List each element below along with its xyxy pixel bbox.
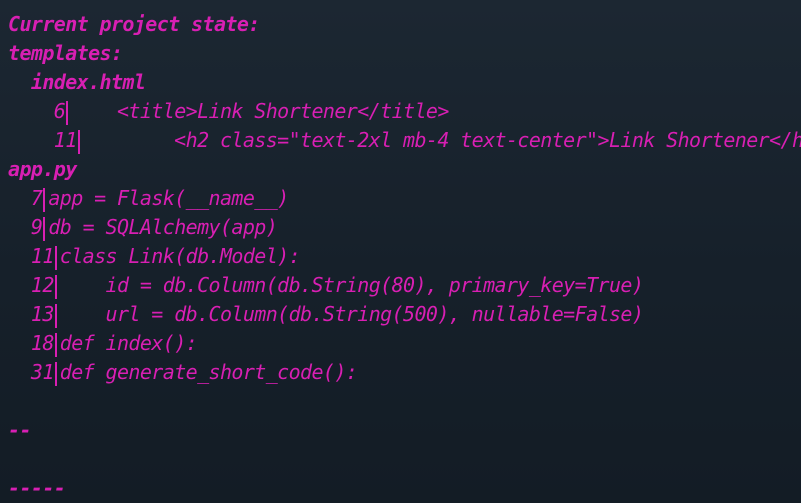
line-separator	[54, 303, 57, 328]
line-separator	[54, 245, 57, 270]
line-separator	[54, 274, 57, 299]
line-number: 13	[30, 302, 54, 326]
code-line: 18 def index():	[8, 329, 801, 358]
long-separator: -----	[8, 476, 66, 500]
line-number: 11	[30, 244, 54, 268]
terminal-output: Current project state: templates: index.…	[0, 0, 801, 503]
line-number: 18	[30, 331, 54, 355]
line-separator	[66, 100, 69, 125]
line-number: 31	[30, 360, 54, 384]
code-text: <title>Link Shortener</title>	[71, 99, 449, 123]
line-separator	[54, 332, 57, 357]
short-separator: --	[8, 418, 31, 442]
line-number: 11	[53, 128, 77, 152]
line-number: 12	[30, 273, 54, 297]
code-text: app = Flask(__name__)	[48, 186, 289, 210]
templates-label: templates:	[8, 41, 123, 65]
app-file-name: app.py	[8, 157, 77, 181]
code-line: 9 db = SQLAlchemy(app)	[8, 213, 801, 242]
code-text: def generate_short_code():	[59, 360, 358, 384]
code-text: <h2 class="text-2xl mb-4 text-center">Li…	[82, 128, 801, 152]
code-text: def index():	[59, 331, 198, 355]
code-line: 12 id = db.Column(db.String(80), primary…	[8, 271, 801, 300]
code-text: url = db.Column(db.String(500), nullable…	[59, 302, 644, 326]
line-number: 7	[30, 186, 43, 210]
line-separator	[54, 361, 57, 386]
code-text: class Link(db.Model):	[59, 244, 301, 268]
code-line: 11 class Link(db.Model):	[8, 242, 801, 271]
line-separator	[77, 129, 80, 154]
code-line: 7 app = Flask(__name__)	[8, 184, 801, 213]
code-line: 13 url = db.Column(db.String(500), nulla…	[8, 300, 801, 329]
code-line: 6 <title>Link Shortener</title>	[8, 97, 801, 126]
line-separator	[43, 187, 46, 212]
code-line: 31 def generate_short_code():	[8, 358, 801, 387]
line-separator	[43, 216, 46, 241]
project-state-header: Current project state:	[8, 12, 260, 36]
template-file-name: index.html	[30, 70, 146, 94]
code-text: id = db.Column(db.String(80), primary_ke…	[59, 273, 644, 297]
line-number: 9	[30, 215, 43, 239]
line-number: 6	[53, 99, 66, 123]
code-line: 11 <h2 class="text-2xl mb-4 text-center"…	[8, 126, 801, 155]
code-text: db = SQLAlchemy(app)	[48, 215, 278, 239]
